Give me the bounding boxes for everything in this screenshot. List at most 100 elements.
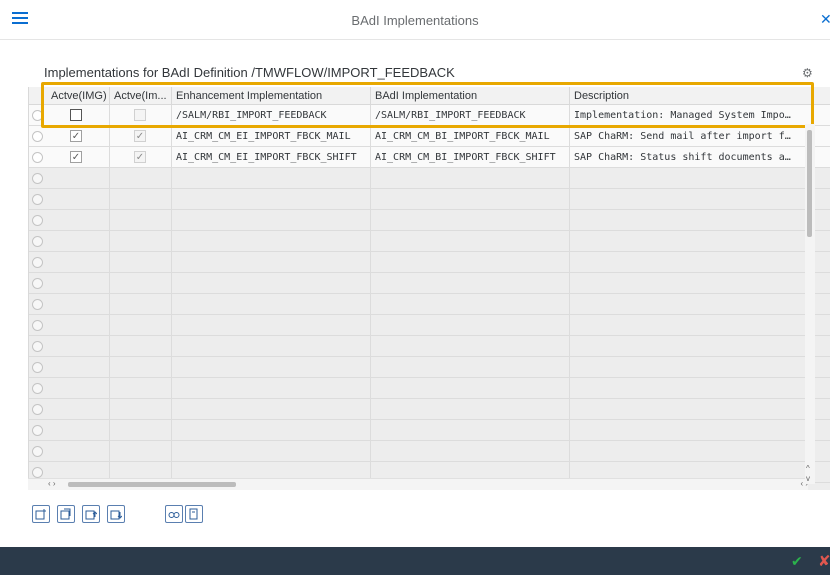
horizontal-scroll-thumb[interactable]	[68, 482, 236, 487]
scroll-down-icon[interactable]: v	[806, 474, 810, 483]
row-selector-radio[interactable]	[32, 131, 43, 142]
table-row[interactable]	[29, 210, 830, 231]
row-selector-radio[interactable]	[32, 299, 43, 310]
cancel-x-icon[interactable]: ✘	[818, 552, 830, 570]
empty-cell	[172, 420, 371, 441]
table-row[interactable]	[29, 378, 830, 399]
row-selector-radio[interactable]	[32, 215, 43, 226]
empty-cell	[110, 273, 172, 294]
active-img-checkbox[interactable]: ✓	[70, 151, 82, 163]
empty-cell	[570, 210, 830, 231]
active-impl-checkbox[interactable]: ✓	[134, 130, 146, 142]
description-cell[interactable]: SAP ChaRM: Status shift documents a…	[570, 147, 830, 168]
badi-implementation-cell[interactable]: AI_CRM_CM_BI_IMPORT_FBCK_SHIFT	[371, 147, 570, 168]
copy-row-icon[interactable]	[57, 505, 75, 523]
empty-cell	[371, 294, 570, 315]
empty-cell	[570, 420, 830, 441]
empty-cell	[371, 420, 570, 441]
active-impl-checkbox[interactable]: ✓	[134, 151, 146, 163]
empty-cell	[47, 336, 110, 357]
table-row[interactable]	[29, 420, 830, 441]
close-x-icon[interactable]: ✕	[820, 11, 830, 28]
empty-cell	[371, 252, 570, 273]
table-row[interactable]	[29, 189, 830, 210]
row-selector-radio[interactable]	[32, 236, 43, 247]
row-selector-radio[interactable]	[32, 110, 43, 121]
move-down-icon[interactable]	[107, 505, 125, 523]
row-selector-radio[interactable]	[32, 467, 43, 478]
table-row[interactable]	[29, 399, 830, 420]
active-img-cell	[47, 105, 110, 126]
row-selector-radio[interactable]	[32, 383, 43, 394]
table-row[interactable]	[29, 357, 830, 378]
table-row[interactable]	[29, 168, 830, 189]
empty-cell	[47, 441, 110, 462]
active-img-checkbox[interactable]: ✓	[70, 130, 82, 142]
row-selector-radio[interactable]	[32, 362, 43, 373]
table-row[interactable]	[29, 231, 830, 252]
column-header-description[interactable]: Description	[570, 87, 830, 105]
empty-cell	[172, 294, 371, 315]
active-impl-cell: ✓	[110, 147, 172, 168]
row-selector-radio[interactable]	[32, 425, 43, 436]
table-row[interactable]	[29, 336, 830, 357]
description-cell[interactable]: SAP ChaRM: Send mail after import f…	[570, 126, 830, 147]
column-header-active-img[interactable]: Actve(IMG)	[47, 87, 110, 105]
table-row[interactable]	[29, 441, 830, 462]
active-impl-cell: ✓	[110, 126, 172, 147]
empty-cell	[172, 189, 371, 210]
enhancement-implementation-cell[interactable]: AI_CRM_CM_EI_IMPORT_FBCK_SHIFT	[172, 147, 371, 168]
move-up-icon[interactable]	[82, 505, 100, 523]
badi-implementation-cell[interactable]: /SALM/RBI_IMPORT_FEEDBACK	[371, 105, 570, 126]
empty-cell	[570, 252, 830, 273]
empty-cell	[371, 441, 570, 462]
row-selector-radio[interactable]	[32, 152, 43, 163]
row-selector-radio[interactable]	[32, 341, 43, 352]
empty-cell	[570, 336, 830, 357]
empty-cell	[371, 399, 570, 420]
column-header-badi-implementation[interactable]: BAdI Implementation	[371, 87, 570, 105]
vertical-scrollbar[interactable]: ^ v	[805, 124, 815, 484]
badi-implementation-cell[interactable]: AI_CRM_CM_BI_IMPORT_FBCK_MAIL	[371, 126, 570, 147]
find-icon[interactable]	[165, 505, 183, 523]
scroll-left-right-icon[interactable]: ‹ ›	[48, 479, 56, 488]
vertical-scroll-thumb[interactable]	[807, 130, 812, 237]
column-header-active-impl[interactable]: Actve(Im...	[110, 87, 172, 105]
details-icon[interactable]	[185, 505, 203, 523]
empty-cell	[47, 210, 110, 231]
row-selector-radio[interactable]	[32, 278, 43, 289]
row-selector-radio[interactable]	[32, 404, 43, 415]
empty-cell	[570, 357, 830, 378]
insert-row-icon[interactable]	[32, 505, 50, 523]
table-row[interactable]: ✓ ✓ AI_CRM_CM_EI_IMPORT_FBCK_MAIL AI_CRM_CM…	[29, 126, 830, 147]
empty-cell	[570, 399, 830, 420]
table-row[interactable]: /SALM/RBI_IMPORT_FEEDBACK/SALM/RBI_IMPOR…	[29, 105, 830, 126]
table-row[interactable]	[29, 273, 830, 294]
table-row[interactable]	[29, 252, 830, 273]
scroll-up-icon[interactable]: ^	[806, 464, 810, 473]
empty-cell	[172, 168, 371, 189]
table-row[interactable]	[29, 315, 830, 336]
horizontal-scrollbar[interactable]: ‹ › ‹ ›	[28, 478, 808, 490]
checkmark-icon[interactable]: ✔	[791, 553, 803, 570]
description-cell[interactable]: Implementation: Managed System Impo…	[570, 105, 830, 126]
row-selector-radio[interactable]	[32, 194, 43, 205]
empty-cell	[47, 399, 110, 420]
enhancement-implementation-cell[interactable]: AI_CRM_CM_EI_IMPORT_FBCK_MAIL	[172, 126, 371, 147]
table-row[interactable]: ✓ ✓ AI_CRM_CM_EI_IMPORT_FBCK_SHIFT AI_CRM_C…	[29, 147, 830, 168]
row-selector-radio[interactable]	[32, 257, 43, 268]
section-title: Implementations for BAdI Definition /TMW…	[44, 65, 455, 80]
active-img-checkbox[interactable]	[70, 109, 82, 121]
enhancement-implementation-cell[interactable]: /SALM/RBI_IMPORT_FEEDBACK	[172, 105, 371, 126]
empty-cell	[47, 189, 110, 210]
gear-icon[interactable]: ⚙	[802, 66, 813, 80]
active-impl-checkbox[interactable]	[134, 109, 146, 121]
row-selector-radio[interactable]	[32, 173, 43, 184]
empty-cell	[47, 294, 110, 315]
table-row[interactable]	[29, 294, 830, 315]
column-header-enhancement-implementation[interactable]: Enhancement Implementation	[172, 87, 371, 105]
row-selector-radio[interactable]	[32, 320, 43, 331]
empty-cell	[570, 273, 830, 294]
empty-cell	[47, 357, 110, 378]
row-selector-radio[interactable]	[32, 446, 43, 457]
